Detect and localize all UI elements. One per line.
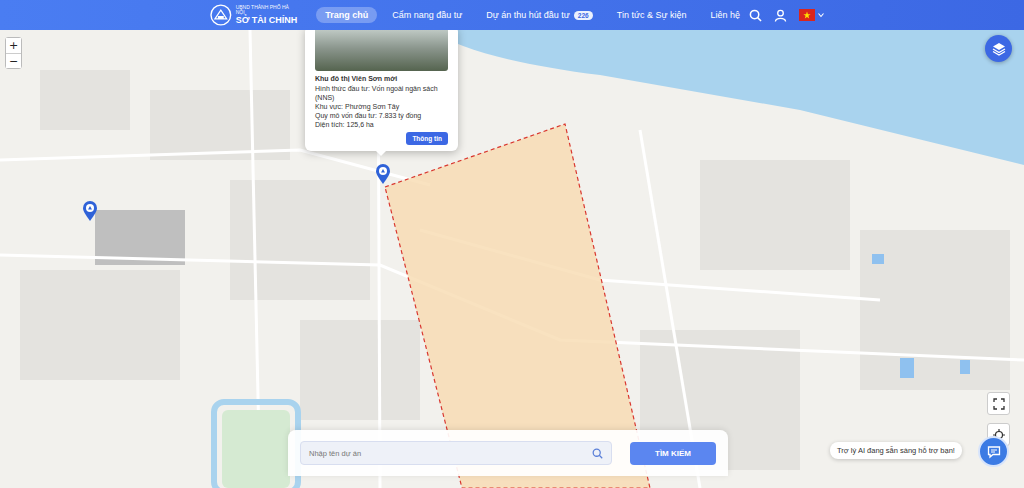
popup-title: Khu đô thị Viên Sơn mới xyxy=(315,75,448,82)
map[interactable]: +− Khu đô thị Viên Sơn mới Hình thức đầu t… xyxy=(0,30,1024,488)
assistant-tooltip: Trợ lý AI đang sẵn sàng hỗ trợ bạn! xyxy=(830,442,962,459)
zoom-control: +− xyxy=(5,37,22,69)
nav-item[interactable]: Dự án thu hút đầu tư226 xyxy=(477,7,601,23)
water-ponds xyxy=(872,254,970,378)
pin-icon xyxy=(375,163,391,185)
search-button[interactable]: TÌM KIẾM xyxy=(630,442,716,465)
user-icon[interactable] xyxy=(774,9,787,22)
map-pin[interactable] xyxy=(82,200,98,222)
page: UBND THÀNH PHỐ HÀ NỘISỞ TÀI CHÍNH Trang c… xyxy=(0,0,1024,488)
moat xyxy=(214,402,298,488)
popup-image xyxy=(315,30,448,71)
zoom-out-button[interactable]: − xyxy=(6,53,21,68)
search-placeholder: Nhập tên dự án xyxy=(309,449,361,458)
map-pin[interactable] xyxy=(375,163,391,185)
main-nav: Trang chủ Cẩm nang đầu tư Dự án thu hút đầ… xyxy=(316,7,749,23)
top-bar: UBND THÀNH PHỐ HÀ NỘISỞ TÀI CHÍNH Trang c… xyxy=(0,0,1024,30)
nav-badge: 226 xyxy=(574,11,593,20)
nav-item[interactable]: Tin tức & Sự kiện xyxy=(608,7,696,23)
logo-subtitle: UBND THÀNH PHỐ HÀ NỘI xyxy=(236,5,299,16)
park xyxy=(222,410,290,488)
fullscreen-button[interactable] xyxy=(987,392,1010,415)
chat-button[interactable] xyxy=(978,436,1009,467)
logo-title: SỞ TÀI CHÍNH xyxy=(236,16,299,25)
header-tools xyxy=(749,9,824,22)
chat-icon xyxy=(987,445,1001,459)
pin-icon xyxy=(82,200,98,222)
chevron-down-icon xyxy=(818,12,824,18)
search-icon xyxy=(592,448,603,459)
search-field[interactable]: Nhập tên dự án xyxy=(300,441,612,465)
vietnam-flag-icon xyxy=(799,9,815,21)
map-canvas xyxy=(0,30,1024,488)
nav-item[interactable]: Liên hệ xyxy=(701,7,749,23)
project-popup: Khu đô thị Viên Sơn mới Hình thức đầu tư:… xyxy=(305,30,458,151)
search-icon[interactable] xyxy=(749,9,762,22)
layers-button[interactable] xyxy=(985,35,1012,62)
nav-item[interactable]: Cẩm nang đầu tư xyxy=(383,7,471,23)
language-switch[interactable] xyxy=(799,9,824,21)
popup-line: Hình thức đầu tư: Vốn ngoài ngân sách (N… xyxy=(315,84,448,102)
emblem-icon xyxy=(210,4,232,26)
layers-icon xyxy=(992,42,1006,56)
popup-line: Khu vực: Phường Sơn Tây xyxy=(315,102,448,111)
zoom-in-button[interactable]: + xyxy=(6,38,21,53)
fullscreen-icon xyxy=(993,398,1005,410)
logo[interactable]: UBND THÀNH PHỐ HÀ NỘISỞ TÀI CHÍNH xyxy=(210,4,298,26)
popup-tip xyxy=(375,150,387,156)
popup-line: Diện tích: 125,6 ha xyxy=(315,120,448,129)
search-panel: Nhập tên dự án TÌM KIẾM xyxy=(288,430,728,476)
roads xyxy=(0,30,1024,488)
nav-item[interactable]: Trang chủ xyxy=(316,7,377,23)
popup-line: Quy mô vốn đầu tư: 7.833 tỷ đồng xyxy=(315,111,448,120)
info-button[interactable]: Thông tin xyxy=(406,132,448,145)
